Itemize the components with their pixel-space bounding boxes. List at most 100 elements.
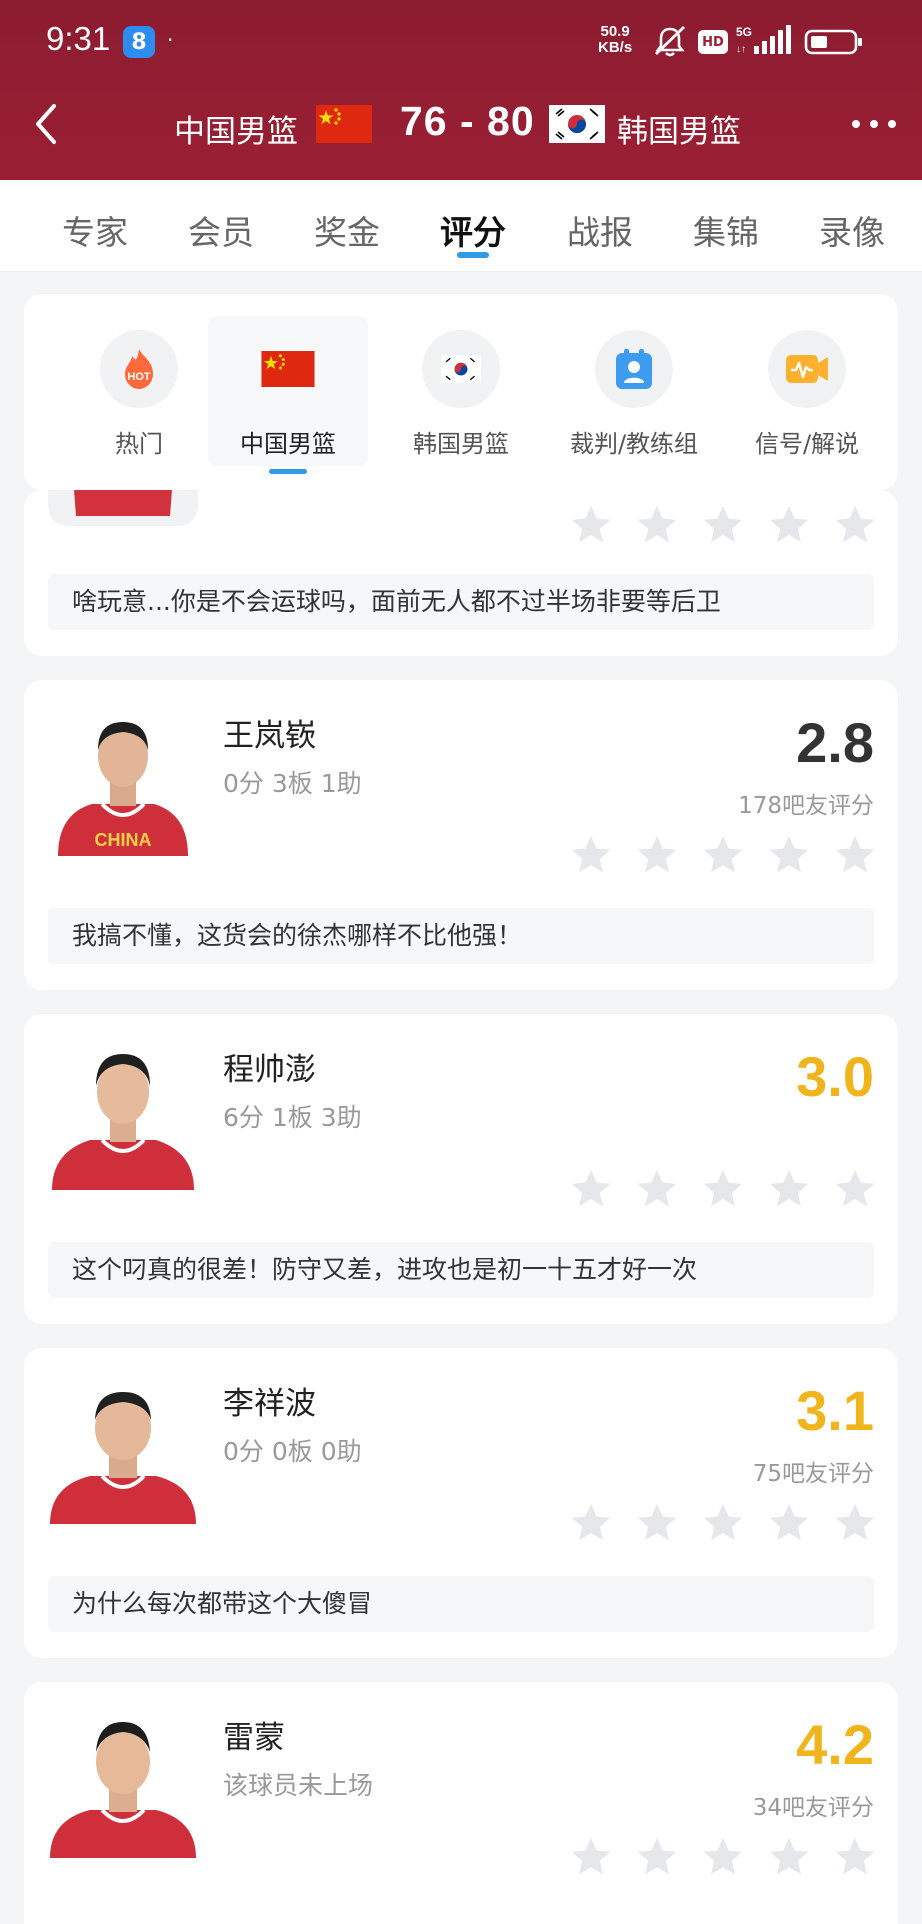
star-icon[interactable] [766,1166,812,1212]
category-label: 信号/解说 [754,430,860,458]
star-icon[interactable] [568,1834,614,1880]
top-comment: 啥玩意...你是不会运球吗，面前无人都不过半场非要等后卫 [48,574,874,630]
away-team-name: 韩国男篮 [617,114,741,150]
player-rating: 3.0 [796,1045,874,1108]
player-avatar-partial [48,490,198,526]
star-icon[interactable] [832,502,878,548]
korea-flag-icon [549,105,605,143]
china-flag-icon [316,105,372,143]
star-icon[interactable] [832,1166,878,1212]
star-icon[interactable] [568,1166,614,1212]
home-team-name: 中国男篮 [174,114,298,150]
player-stats: 6分 1板 3助 [223,1103,362,1132]
category-hot[interactable]: HOT 热门 [64,330,214,459]
star-icon[interactable] [766,1500,812,1546]
player-name: 王岚嵚 [223,718,316,754]
player-rating: 2.8 [796,711,874,774]
category-selector: HOT 热门 中国男篮 韩国男篮 裁判/教练组 信号/解说 [24,294,898,490]
svg-text:5G: 5G [736,25,752,39]
star-icon[interactable] [634,502,680,548]
star-icon[interactable] [634,1834,680,1880]
top-comment: 这个叼真的很差！防守又差，进攻也是初一十五才好一次 [48,1242,874,1298]
status-dot: · [167,28,174,52]
star-icon[interactable] [700,1166,746,1212]
player-stats: 0分 3板 1助 [223,769,362,798]
network-speed-value: 50.9 [600,23,630,40]
star-icon[interactable] [766,832,812,878]
tab-expert[interactable]: 专家 [50,206,140,254]
status-bar: 9:31 8 · 50.9 KB/s HD 5G ↓↑ [0,0,922,84]
network-speed: 50.9 KB/s [598,24,632,56]
tab-report[interactable]: 战报 [555,206,645,254]
match-score: 76 - 80 [400,98,535,144]
tab-member[interactable]: 会员 [176,206,266,254]
svg-text:↓↑: ↓↑ [736,44,746,55]
player-card[interactable]: 李祥波 0分 0板 0助 3.1 75吧友评分 为什么每次都带这个大傻冒 [24,1348,898,1658]
scoreline: 中国男篮 76 - 80 韩国男篮 [0,98,922,152]
player-card[interactable]: 雷蒙 该球员未上场 4.2 34吧友评分 [24,1682,898,1924]
player-avatar: CHINA [48,706,198,856]
korea-flag-icon [422,330,500,408]
star-icon[interactable] [766,502,812,548]
svg-text:CHINA: CHINA [95,830,152,850]
category-label: 中国男篮 [240,430,336,458]
rating-count: 75吧友评分 [752,1461,874,1487]
star-icon[interactable] [568,832,614,878]
category-korea-team[interactable]: 韩国男篮 [386,330,536,459]
player-avatar [48,1040,198,1190]
battery-icon [804,29,862,55]
player-card[interactable]: CHINA 王岚嵚 0分 3板 1助 2.8 178吧友评分 我搞不懂，这货会的… [24,680,898,990]
app-notification-icon: 8 [123,26,155,58]
star-icon[interactable] [700,502,746,548]
star-icon[interactable] [634,832,680,878]
status-time: 9:31 [46,20,111,57]
star-icon[interactable] [568,1500,614,1546]
rating-stars[interactable] [568,1500,878,1546]
category-label: 韩国男篮 [413,430,509,458]
star-icon[interactable] [766,1834,812,1880]
rating-stars[interactable] [568,502,878,548]
star-icon[interactable] [568,502,614,548]
category-label: 裁判/教练组 [569,430,699,458]
top-comment: 我搞不懂，这货会的徐杰哪样不比他强！ [48,908,874,964]
player-avatar [48,1374,198,1524]
star-icon[interactable] [700,832,746,878]
category-signal-commentary[interactable]: 信号/解说 [732,330,882,459]
rating-stars[interactable] [568,832,878,878]
china-flag-icon [249,330,327,408]
active-tab-indicator [457,252,489,258]
player-stats: 该球员未上场 [223,1771,374,1800]
player-rating: 4.2 [796,1713,874,1776]
rating-count: 178吧友评分 [738,793,874,819]
star-icon[interactable] [832,832,878,878]
player-name: 程帅澎 [223,1052,316,1088]
more-options-icon[interactable] [850,118,898,130]
star-icon[interactable] [832,1834,878,1880]
player-card[interactable]: 程帅澎 6分 1板 3助 3.0 这个叼真的很差！防守又差，进攻也是初一十五才好… [24,1014,898,1324]
player-name: 李祥波 [223,1386,316,1422]
tab-highlights[interactable]: 集锦 [681,206,771,254]
star-icon[interactable] [634,1500,680,1546]
tab-replay[interactable]: 录像 [807,206,897,254]
rating-stars[interactable] [568,1834,878,1880]
star-icon[interactable] [832,1500,878,1546]
rating-stars[interactable] [568,1166,878,1212]
hot-icon: HOT [100,330,178,408]
hot-badge-text: HOT [127,371,151,383]
network-speed-unit: KB/s [598,39,633,56]
rating-count: 34吧友评分 [752,1795,874,1821]
tab-rating[interactable]: 评分 [428,206,518,254]
tab-bonus[interactable]: 奖金 [302,206,392,254]
category-china-team[interactable]: 中国男篮 [213,330,363,474]
hd-icon: HD [698,30,728,54]
player-rating: 3.1 [796,1379,874,1442]
star-icon[interactable] [700,1834,746,1880]
player-name: 雷蒙 [223,1720,285,1756]
player-avatar [48,1708,198,1858]
referee-icon [595,330,673,408]
star-icon[interactable] [634,1166,680,1212]
category-referee-coach[interactable]: 裁判/教练组 [559,330,709,459]
player-card-partial[interactable]: 啥玩意...你是不会运球吗，面前无人都不过半场非要等后卫 [24,490,898,656]
star-icon[interactable] [700,1500,746,1546]
signal-icon [768,330,846,408]
